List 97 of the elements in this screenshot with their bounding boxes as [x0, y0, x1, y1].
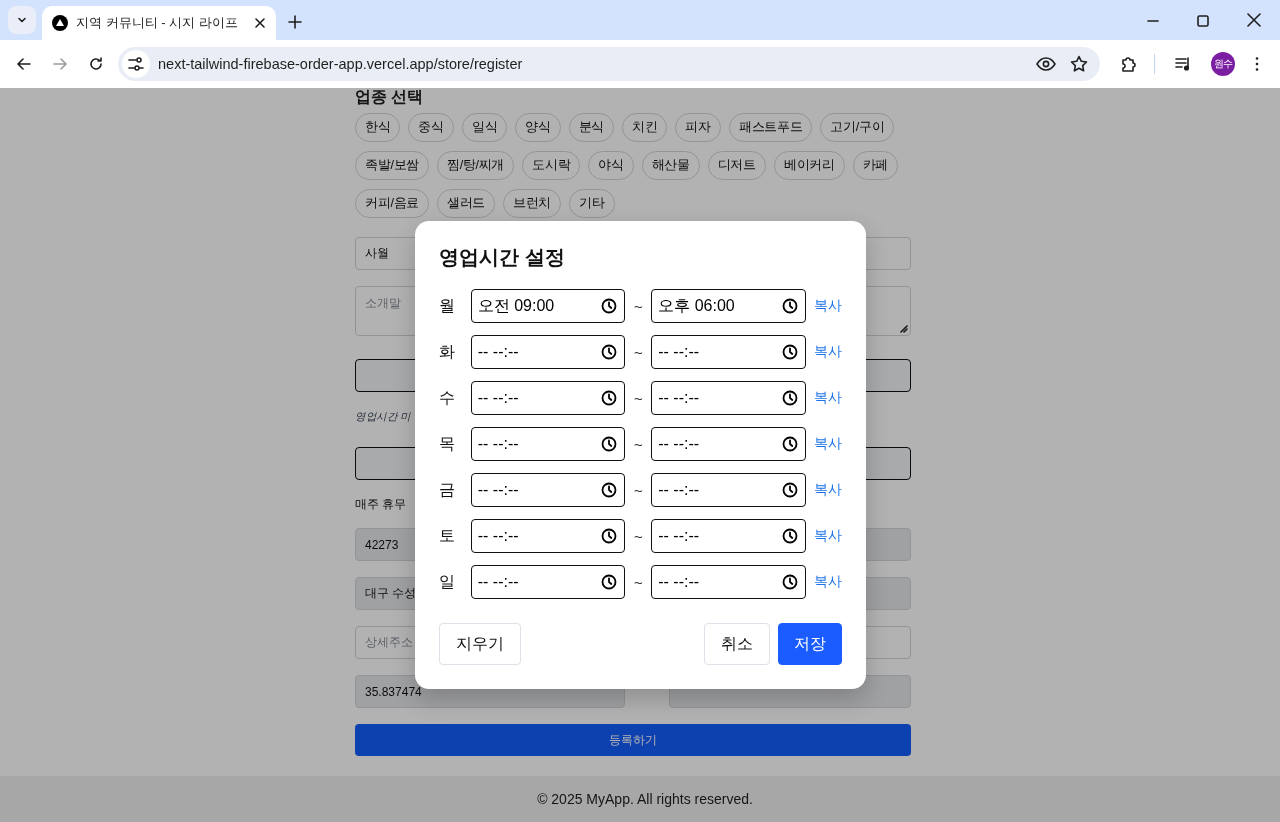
tab-title: 지역 커뮤니티 - 시지 라이프: [76, 14, 239, 32]
range-separator: ~: [632, 435, 644, 453]
category-chip[interactable]: 커피/음료: [355, 189, 429, 218]
section-heading: 업종 선택: [355, 88, 425, 106]
profile-avatar[interactable]: 원수: [1211, 52, 1235, 76]
back-arrow-icon[interactable]: [16, 56, 32, 72]
time-field[interactable]: -- --:--: [651, 381, 806, 415]
time-field[interactable]: 오전 09:00: [470, 289, 626, 323]
copy-link[interactable]: 복사: [814, 527, 842, 545]
day-label: 목: [439, 433, 456, 454]
category-chip[interactable]: 찜/탕/찌개: [437, 151, 515, 180]
star-icon[interactable]: [1070, 55, 1088, 73]
time-field[interactable]: -- --:--: [470, 381, 626, 415]
time-field[interactable]: -- --:--: [651, 473, 806, 507]
time-field[interactable]: 오후 06:00: [651, 289, 806, 323]
time-field[interactable]: -- --:--: [651, 427, 806, 461]
category-chip[interactable]: 중식: [408, 113, 454, 142]
triangle-logo-icon: [52, 15, 68, 31]
category-chip[interactable]: 양식: [515, 113, 561, 142]
category-chip[interactable]: 브런치: [503, 189, 562, 218]
copy-link[interactable]: 복사: [814, 573, 842, 591]
resize-handle-icon: [900, 325, 908, 333]
reload-icon[interactable]: [88, 56, 104, 72]
range-separator: ~: [632, 527, 644, 545]
helper-text: 영업시간 미: [355, 409, 412, 424]
category-chip[interactable]: 피자: [675, 113, 721, 142]
clock-icon: [782, 298, 798, 314]
register-button[interactable]: 등록하기: [355, 724, 911, 756]
copy-link[interactable]: 복사: [814, 435, 842, 453]
clock-icon: [601, 482, 618, 498]
time-field[interactable]: -- --:--: [470, 335, 626, 369]
time-field[interactable]: -- --:--: [651, 519, 806, 553]
time-field[interactable]: -- --:--: [470, 427, 626, 461]
category-chip[interactable]: 야식: [588, 151, 634, 180]
site-settings-icon: [128, 56, 144, 72]
day-label: 월: [439, 295, 456, 316]
range-separator: ~: [632, 343, 644, 361]
day-label: 토: [439, 525, 456, 546]
category-chip[interactable]: 일식: [461, 113, 508, 142]
maximize-icon[interactable]: [1197, 15, 1209, 27]
browser-tab[interactable]: 지역 커뮤니티 - 시지 라이프: [42, 6, 276, 40]
clock-icon: [601, 344, 618, 360]
category-chip[interactable]: 한식: [355, 113, 401, 142]
footer-text: © 2025 MyApp. All rights reserved.: [0, 776, 1280, 822]
category-chip[interactable]: 족발/보쌈: [355, 151, 429, 180]
clock-icon: [601, 436, 618, 452]
category-chip[interactable]: 분식: [568, 113, 615, 142]
clock-icon: [782, 436, 798, 452]
category-chip[interactable]: 베이커리: [773, 151, 845, 180]
clock-icon: [782, 528, 798, 544]
category-chip[interactable]: 치킨: [622, 113, 668, 142]
puzzle-icon[interactable]: [1120, 55, 1138, 73]
category-chip[interactable]: 도시락: [522, 151, 581, 180]
range-separator: ~: [632, 481, 644, 499]
copy-link[interactable]: 복사: [814, 389, 842, 407]
day-label: 화: [439, 341, 456, 362]
clock-icon: [601, 574, 618, 590]
category-chip[interactable]: 해산물: [641, 151, 700, 180]
category-chip[interactable]: 패스트푸드: [728, 113, 813, 142]
clock-icon: [601, 298, 618, 314]
clock-icon: [601, 390, 618, 406]
category-chip[interactable]: 기타: [569, 189, 615, 218]
plus-icon[interactable]: [288, 15, 302, 29]
clock-icon: [601, 528, 618, 544]
url-text: next-tailwind-firebase-order-app.vercel.app/store/register: [158, 56, 523, 72]
close-icon[interactable]: [1247, 13, 1261, 27]
clear-button[interactable]: 지우기: [439, 623, 521, 665]
day-label: 금: [439, 479, 456, 500]
category-chip[interactable]: 고기/구이: [820, 113, 895, 142]
modal-title: 영업시간 설정: [439, 245, 566, 269]
cancel-button[interactable]: 취소: [704, 623, 770, 665]
range-separator: ~: [632, 389, 644, 407]
field-label: 매주 휴무: [355, 496, 408, 512]
category-chip[interactable]: 카페: [852, 151, 899, 180]
close-icon[interactable]: [254, 17, 266, 29]
range-separator: ~: [632, 297, 644, 315]
category-chip[interactable]: 샐러드: [437, 189, 496, 218]
more-menu-icon[interactable]: [1255, 56, 1259, 72]
copy-link[interactable]: 복사: [814, 297, 842, 315]
time-field[interactable]: -- --:--: [651, 335, 806, 369]
copy-link[interactable]: 복사: [814, 481, 842, 499]
copy-link[interactable]: 복사: [814, 343, 842, 361]
clock-icon: [782, 390, 798, 406]
day-label: 일: [439, 571, 456, 592]
eye-icon[interactable]: [1036, 57, 1056, 71]
clock-icon: [782, 344, 798, 360]
time-field[interactable]: -- --:--: [470, 473, 626, 507]
category-chip[interactable]: 디저트: [707, 151, 766, 180]
range-separator: ~: [632, 573, 644, 591]
day-label: 수: [439, 387, 456, 408]
time-field[interactable]: -- --:--: [470, 519, 626, 553]
address-bar[interactable]: next-tailwind-firebase-order-app.vercel.app/store/register: [118, 47, 1100, 81]
clock-icon: [782, 574, 798, 590]
time-field[interactable]: -- --:--: [651, 565, 806, 599]
save-button[interactable]: 저장: [778, 623, 842, 665]
clock-icon: [782, 482, 798, 498]
time-field[interactable]: -- --:--: [470, 565, 626, 599]
